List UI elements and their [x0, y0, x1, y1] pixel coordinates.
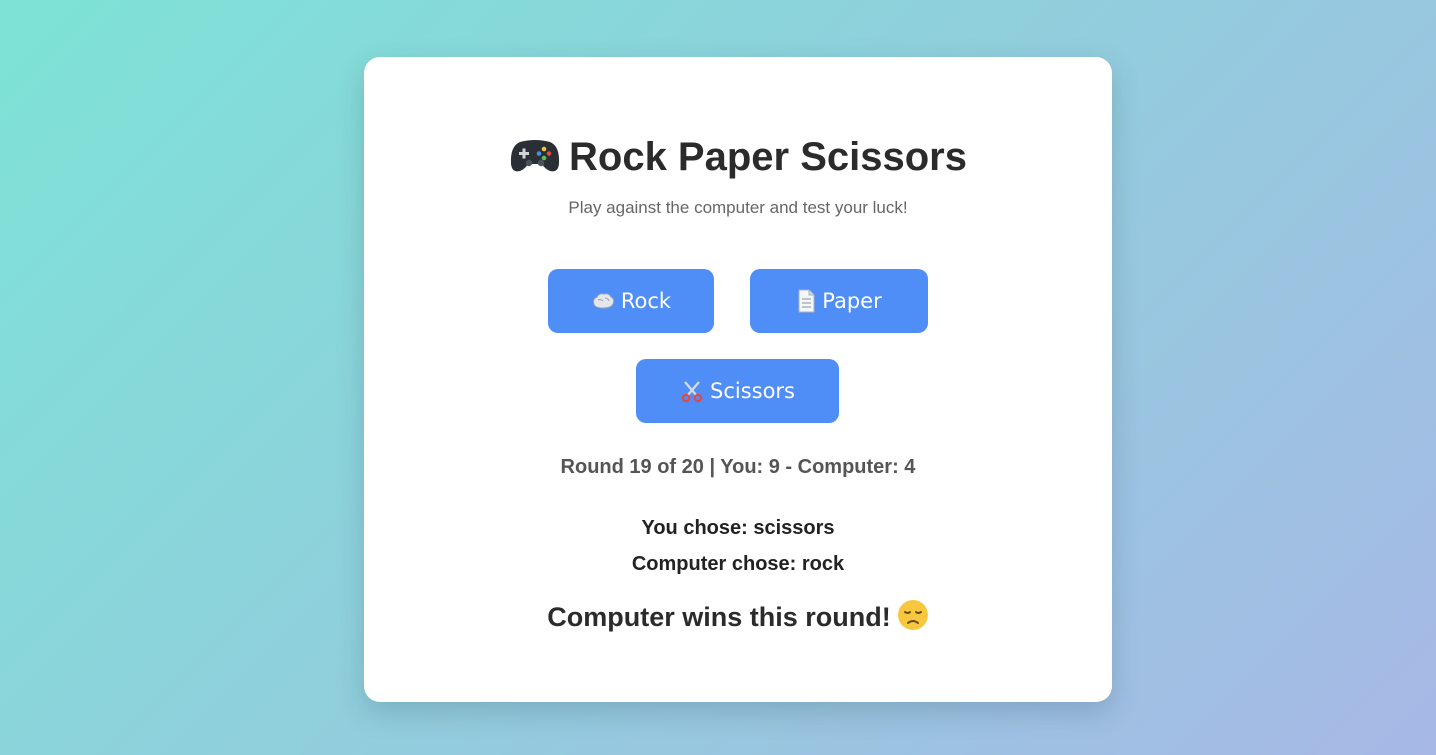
- scissors-icon: [680, 379, 704, 403]
- player-choice: You chose: scissors: [641, 517, 835, 539]
- rock-button-label: Rock: [620, 289, 672, 313]
- gamepad-icon: [509, 137, 561, 185]
- subtitle: Play against the computer and test your …: [568, 198, 908, 217]
- page-title: Rock Paper Scissors: [364, 133, 1112, 185]
- round-result: Computer wins this round!: [364, 599, 1112, 639]
- score-line: Round 19 of 20 | You: 9 - Computer: 4: [560, 456, 916, 478]
- game-card: Rock Paper Scissors Play against the com…: [364, 57, 1112, 702]
- scissors-button[interactable]: Scissors: [636, 359, 839, 423]
- disappointed-face-icon: [897, 599, 929, 639]
- paper-button-label: Paper: [822, 289, 882, 313]
- paper-button[interactable]: Paper: [750, 269, 928, 333]
- computer-choice: Computer chose: rock: [631, 553, 845, 575]
- rock-button[interactable]: Rock: [548, 269, 714, 333]
- paper-icon: [796, 289, 816, 313]
- page-title-text: Rock Paper Scissors: [569, 135, 967, 179]
- scissors-button-label: Scissors: [709, 379, 795, 403]
- rock-icon: [591, 291, 615, 311]
- round-result-text: Computer wins this round!: [547, 602, 891, 632]
